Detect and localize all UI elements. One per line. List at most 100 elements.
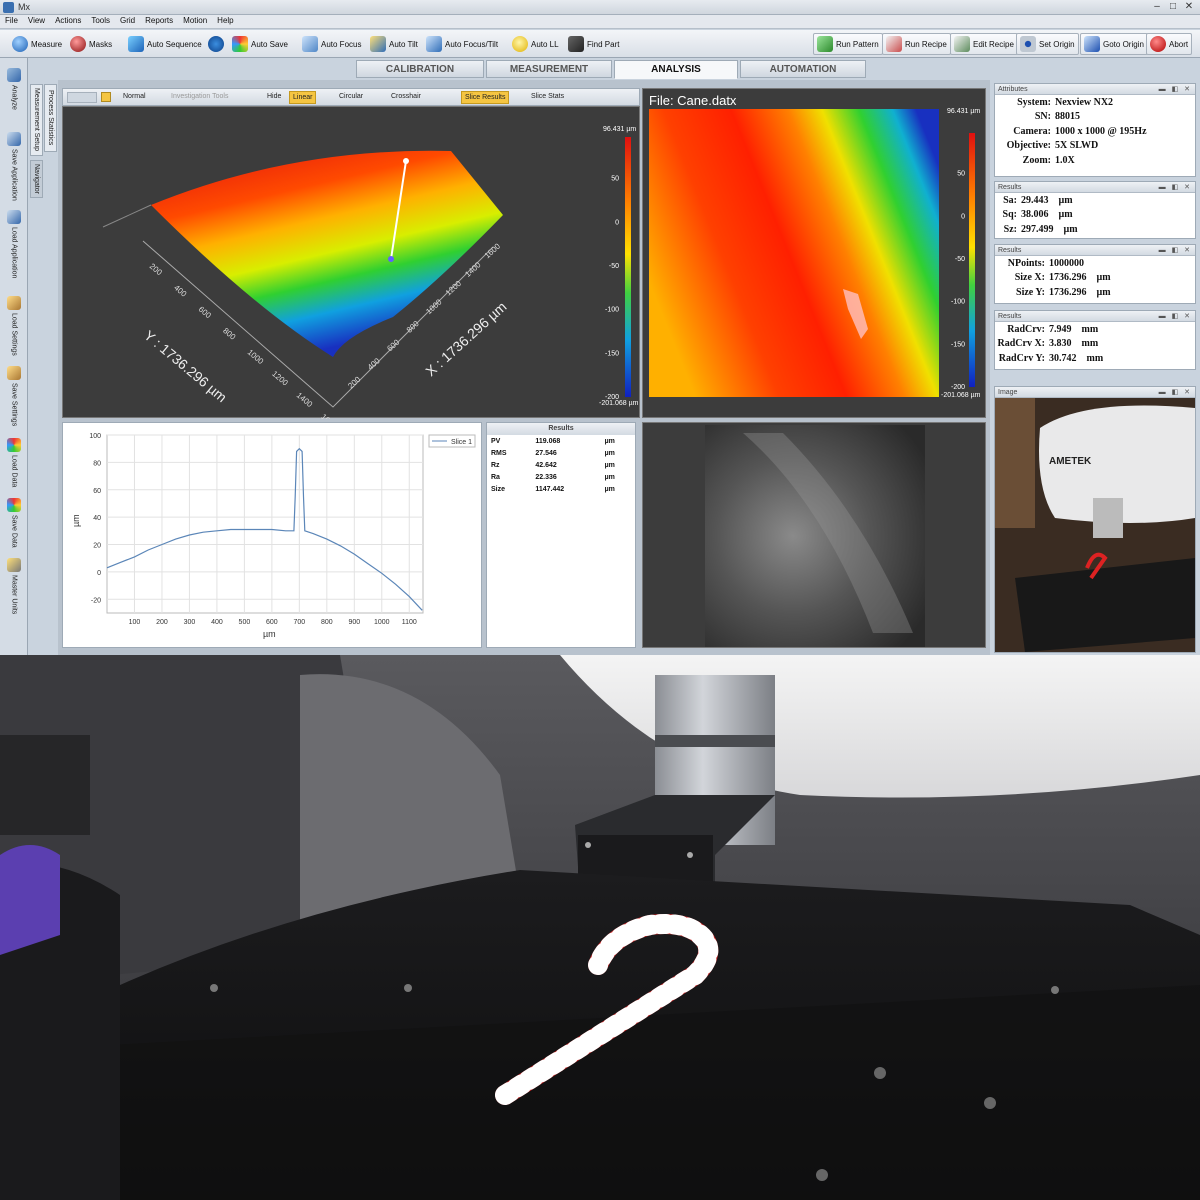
result-key: Size Y: bbox=[1016, 286, 1045, 298]
stage-hole bbox=[874, 1067, 886, 1079]
result-value: 1736.296 bbox=[1049, 272, 1087, 284]
linear-button[interactable]: Linear bbox=[289, 91, 317, 104]
attr-zoom: Zoom: 1.0X bbox=[995, 153, 1195, 168]
menu-actions[interactable]: Actions bbox=[50, 15, 86, 26]
slice-results-button[interactable]: Slice Results bbox=[461, 91, 510, 104]
edit-recipe-button[interactable]: Edit Recipe bbox=[950, 33, 1018, 55]
panel-pin-icons[interactable]: ▬ ◧ ✕ bbox=[1159, 387, 1192, 398]
auto-ll-button[interactable]: Auto LL bbox=[508, 33, 563, 55]
analyze-button[interactable]: Analyze bbox=[2, 68, 26, 110]
slice-stats-button[interactable]: Slice Stats bbox=[531, 93, 564, 100]
auto-focus-tilt-button[interactable]: Auto Focus/Tilt bbox=[422, 33, 502, 55]
app-logo-icon bbox=[3, 2, 14, 13]
slice-profile-panel[interactable]: 100 200 300 400 500 600 700 800 900 1000 1100 -20 0… bbox=[62, 422, 482, 648]
result-value: 297.499 bbox=[1021, 223, 1054, 235]
menu-motion[interactable]: Motion bbox=[178, 15, 212, 26]
result-radcrv: RadCrv: 7.949 mm bbox=[995, 322, 1195, 337]
save-settings-button[interactable]: Save Settings bbox=[2, 366, 26, 426]
save-data-button[interactable]: Save Data bbox=[2, 498, 26, 548]
x-tick-label: 500 bbox=[239, 619, 251, 626]
analyze-label: Analyze bbox=[10, 85, 18, 110]
x-tick-label: 1100 bbox=[402, 619, 417, 626]
load-data-icon bbox=[7, 438, 21, 452]
find-part-button[interactable]: Find Part bbox=[564, 33, 623, 55]
auto-focus-button[interactable]: Auto Focus bbox=[298, 33, 365, 55]
normal-button[interactable]: Normal bbox=[123, 93, 146, 100]
hide-button[interactable]: Hide bbox=[267, 93, 281, 100]
result-value: 30.742 bbox=[1049, 352, 1077, 364]
save-application-button[interactable]: Save Application bbox=[2, 132, 26, 201]
set-origin-button[interactable]: Set Origin bbox=[1016, 33, 1079, 55]
surface-2d-view[interactable]: File: Cane.datx 96.431 µm -201.068 µm 50… bbox=[642, 88, 986, 418]
slice-profile-chart: 100 200 300 400 500 600 700 800 900 1000 1100 -20 0… bbox=[71, 433, 476, 639]
load-data-button[interactable]: Load Data bbox=[2, 438, 26, 487]
abort-button[interactable]: Abort bbox=[1146, 33, 1193, 55]
y-tick-label: 20 bbox=[93, 543, 101, 550]
panel-pin-icons[interactable]: ▬ ◧ ✕ bbox=[1159, 182, 1192, 193]
auto-sequence-button[interactable]: Auto Sequence bbox=[124, 33, 206, 55]
menu-tools[interactable]: Tools bbox=[86, 15, 115, 26]
tab-analysis[interactable]: ANALYSIS bbox=[614, 60, 738, 79]
edit-recipe-icon bbox=[954, 36, 970, 52]
close-icon[interactable]: ✕ bbox=[1182, 1, 1196, 13]
attributes-header-label: Attributes bbox=[998, 86, 1028, 93]
tab-measurement[interactable]: MEASUREMENT bbox=[486, 60, 612, 78]
tab-navigator[interactable]: Navigator bbox=[30, 160, 43, 198]
attributes-panel: Attributes ▬ ◧ ✕ System: Nexview NX2 SN: 88… bbox=[994, 83, 1196, 177]
menu-file[interactable]: File bbox=[0, 15, 23, 26]
crosshair-button[interactable]: Crosshair bbox=[391, 93, 421, 100]
view-tool-icons[interactable] bbox=[67, 92, 97, 103]
auto-save-button[interactable]: Auto Save bbox=[228, 33, 292, 55]
master-units-button[interactable]: Master Units bbox=[2, 558, 26, 614]
auto-focus-label: Auto Focus bbox=[321, 39, 362, 49]
plot-area bbox=[106, 434, 424, 614]
menu-reports[interactable]: Reports bbox=[140, 15, 178, 26]
circular-button[interactable]: Circular bbox=[339, 93, 363, 100]
results-header: Results ▬ ◧ ✕ bbox=[995, 245, 1195, 256]
colorbar-max: 96.431 µm bbox=[603, 126, 636, 133]
minimize-icon[interactable]: – bbox=[1150, 1, 1164, 13]
colorbar-2d-min: -201.068 µm bbox=[941, 392, 981, 399]
load-settings-button[interactable]: Load Settings bbox=[2, 296, 26, 356]
y-tick-label: 100 bbox=[89, 433, 101, 440]
camera-view[interactable] bbox=[642, 422, 986, 648]
panel-pin-icons[interactable]: ▬ ◧ ✕ bbox=[1159, 245, 1192, 256]
colorbar-tick-label: -150 bbox=[605, 350, 619, 357]
run-pattern-button[interactable]: Run Pattern bbox=[813, 33, 883, 55]
auto-sequence-play-button[interactable] bbox=[204, 33, 228, 55]
investigation-tools-dropdown[interactable]: Investigation Tools bbox=[171, 93, 228, 100]
masks-button[interactable]: Masks bbox=[66, 33, 116, 55]
result-npoints: NPoints: 1000000 bbox=[995, 256, 1195, 271]
result-unit: µm bbox=[1096, 272, 1111, 284]
row-value: 27.546 bbox=[535, 449, 557, 457]
menu-help[interactable]: Help bbox=[212, 15, 238, 26]
surface-3d-view[interactable]: 2004006008001000120014001600 20040060080… bbox=[62, 106, 640, 431]
run-recipe-button[interactable]: Run Recipe bbox=[882, 33, 951, 55]
slice-handle-bottom[interactable] bbox=[388, 256, 394, 262]
y-tick-labels: -20 0 20 40 60 80 100 bbox=[89, 433, 101, 604]
result-unit: mm bbox=[1081, 323, 1099, 335]
maximize-icon[interactable]: □ bbox=[1166, 1, 1180, 13]
goto-origin-button[interactable]: Goto Origin bbox=[1080, 33, 1148, 55]
slice-results-title: Results bbox=[487, 423, 635, 435]
tab-process-statistics[interactable]: Process Statistics bbox=[44, 84, 57, 152]
camera-image bbox=[705, 425, 925, 647]
image-header-label: Image bbox=[998, 389, 1018, 396]
panel-pin-icons[interactable]: ▬ ◧ ✕ bbox=[1159, 311, 1192, 322]
auto-tilt-button[interactable]: Auto Tilt bbox=[366, 33, 422, 55]
slice-handle-top[interactable] bbox=[403, 158, 409, 164]
menu-view[interactable]: View bbox=[23, 15, 50, 26]
measure-button[interactable]: Measure bbox=[8, 33, 66, 55]
tab-automation[interactable]: AUTOMATION bbox=[740, 60, 866, 78]
save-settings-icon bbox=[7, 366, 21, 380]
abort-icon bbox=[1150, 36, 1166, 52]
y-tick-label: 200 bbox=[148, 262, 164, 278]
tab-measurement-setup[interactable]: Measurement Setup bbox=[30, 84, 43, 156]
y-tick-label: 40 bbox=[93, 515, 101, 522]
tab-calibration[interactable]: CALIBRATION bbox=[356, 60, 484, 78]
set-origin-label: Set Origin bbox=[1039, 39, 1075, 49]
axis-frame bbox=[102, 204, 152, 228]
panel-pin-icons[interactable]: ▬ ◧ ✕ bbox=[1159, 84, 1192, 95]
load-application-button[interactable]: Load Application bbox=[2, 210, 26, 278]
menu-grid[interactable]: Grid bbox=[115, 15, 140, 26]
